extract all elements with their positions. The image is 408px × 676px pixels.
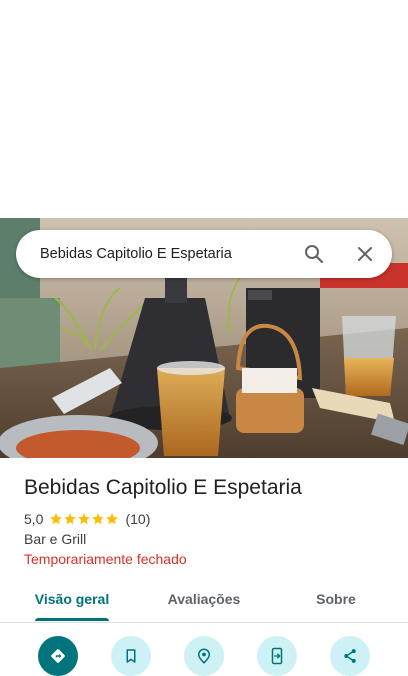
active-tab-indicator xyxy=(35,618,109,621)
place-category[interactable]: Bar e Grill xyxy=(24,531,86,547)
directions-icon xyxy=(51,649,65,663)
rating-value: 5,0 xyxy=(24,511,44,527)
save-button[interactable] xyxy=(111,636,151,676)
search-bar[interactable]: Bebidas Capitolio E Espetaria xyxy=(16,230,392,278)
star-icon xyxy=(106,513,119,525)
share-icon xyxy=(344,649,356,663)
tab-overview[interactable]: Visão geral xyxy=(0,580,144,620)
rating-row[interactable]: 5,0 (10) xyxy=(24,510,150,528)
search-input[interactable]: Bebidas Capitolio E Espetaria xyxy=(40,230,232,278)
place-name: Bebidas Capitolio E Espetaria xyxy=(24,476,302,499)
bookmark-icon xyxy=(126,649,136,663)
star-icon xyxy=(64,513,77,525)
send-to-phone-icon xyxy=(271,647,283,665)
status-label: Temporariamente fechado xyxy=(24,551,187,567)
star-icon xyxy=(50,513,63,525)
tab-about[interactable]: Sobre xyxy=(266,580,406,620)
share-button[interactable] xyxy=(330,636,370,676)
directions-button[interactable] xyxy=(38,636,78,676)
star-icon xyxy=(92,513,105,525)
send-to-phone-button[interactable] xyxy=(257,636,297,676)
nearby-button[interactable] xyxy=(184,636,224,676)
close-icon[interactable] xyxy=(353,242,377,266)
rating-stars xyxy=(49,512,119,526)
search-icon[interactable] xyxy=(302,242,326,266)
nearby-icon xyxy=(197,648,211,664)
tab-reviews[interactable]: Avaliações xyxy=(134,580,274,620)
review-count[interactable]: (10) xyxy=(125,511,150,527)
star-icon xyxy=(78,513,91,525)
action-bar xyxy=(0,636,408,676)
tab-bar: Visão geral Avaliações Sobre xyxy=(0,580,408,623)
